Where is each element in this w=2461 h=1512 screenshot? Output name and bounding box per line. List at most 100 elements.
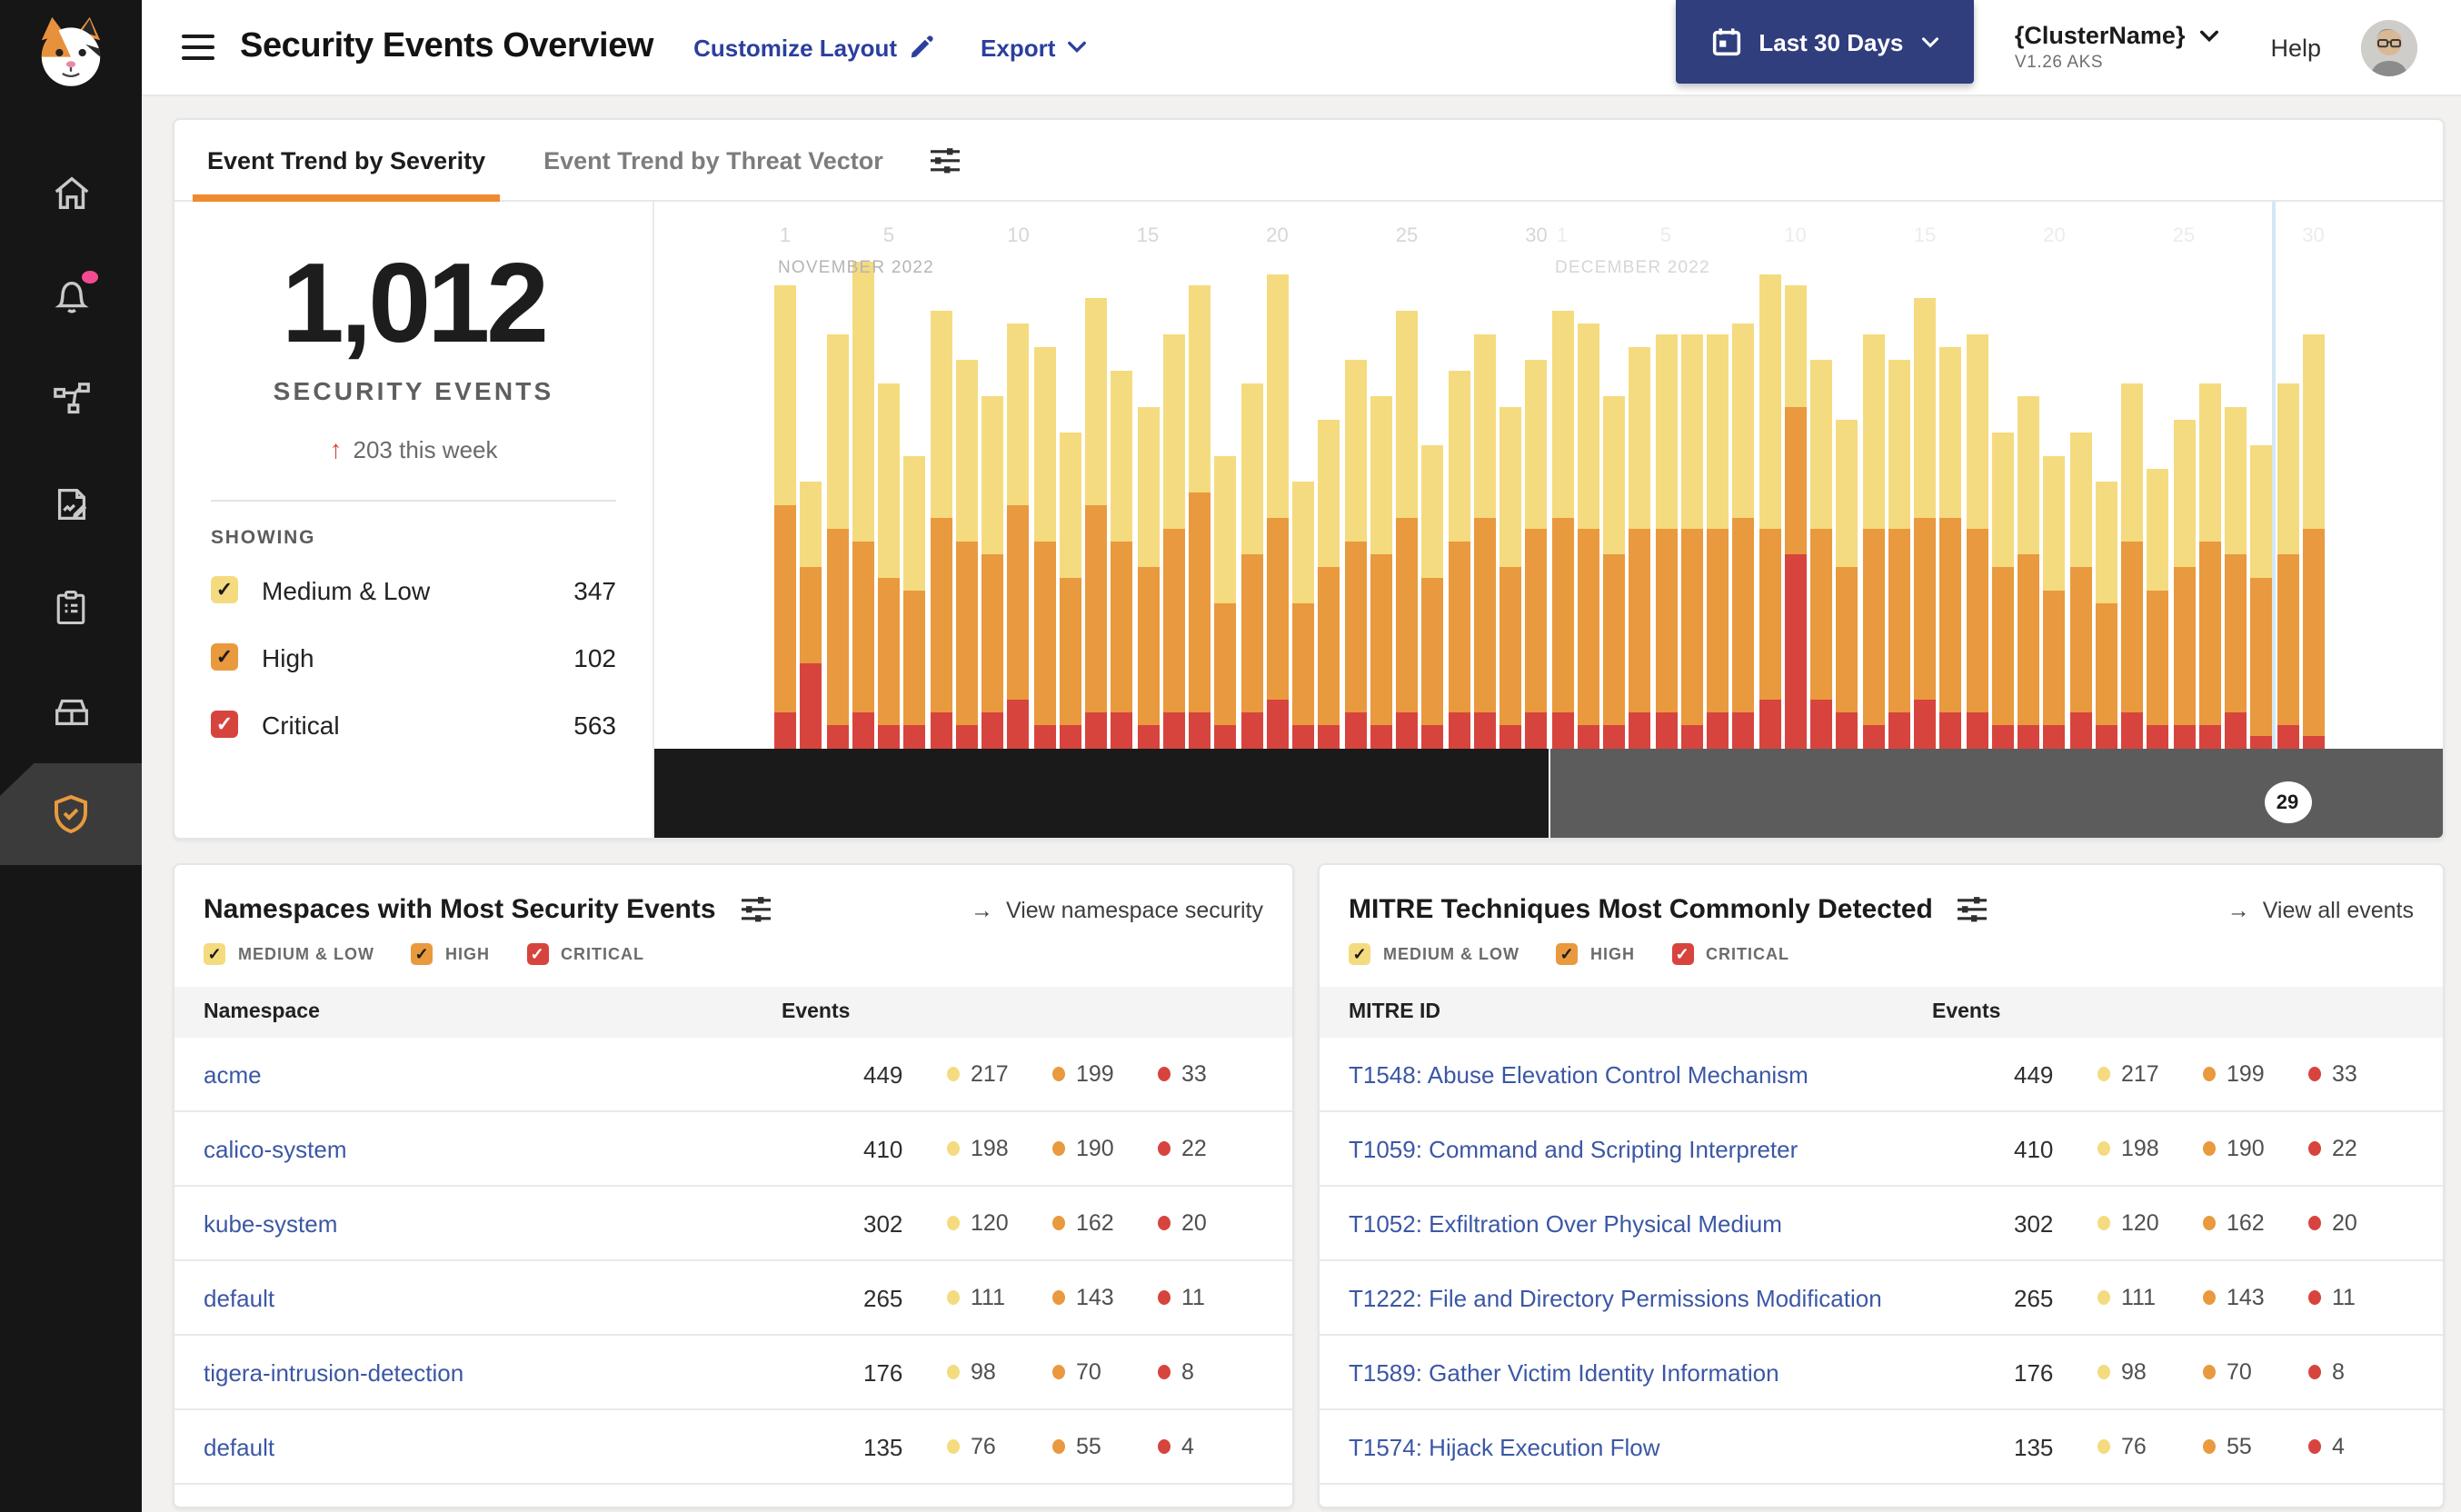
chart-bar[interactable]: [1059, 432, 1081, 749]
chip-high[interactable]: ✓ HIGH: [411, 943, 490, 965]
critical-checkbox[interactable]: ✓: [211, 711, 238, 738]
namespace-link[interactable]: calico-system: [204, 1135, 863, 1162]
chart-bar[interactable]: [774, 285, 796, 749]
chart-bar[interactable]: [1292, 481, 1314, 749]
user-avatar[interactable]: [2361, 19, 2417, 75]
chart-bar[interactable]: [2095, 481, 2117, 749]
chart-bar[interactable]: [1189, 285, 1211, 749]
namespace-link[interactable]: default: [204, 1284, 863, 1311]
chart-bar[interactable]: [878, 383, 900, 749]
chip-high[interactable]: ✓ HIGH: [1556, 943, 1635, 965]
tab-event-trend-by-threat-vector[interactable]: Event Trend by Threat Vector: [536, 120, 891, 201]
mitre-technique-link[interactable]: T1574: Hijack Execution Flow: [1349, 1433, 2014, 1460]
view-namespace-security-link[interactable]: → View namespace security: [971, 897, 1263, 922]
chart-bar[interactable]: [1914, 298, 1936, 749]
table-row[interactable]: kube-system 302 120 162 20: [174, 1187, 1292, 1261]
mitre-technique-link[interactable]: T1052: Exfiltration Over Physical Medium: [1349, 1209, 2014, 1237]
table-row[interactable]: T1059: Command and Scripting Interpreter…: [1320, 1112, 2443, 1187]
sidebar-item-compliance[interactable]: [0, 556, 142, 658]
legend-row-medium_low[interactable]: ✓ Medium & Low 347: [211, 556, 616, 623]
chart-bar[interactable]: [1991, 432, 2014, 749]
chart-bar[interactable]: [930, 310, 952, 749]
date-range-button[interactable]: Last 30 Days: [1676, 0, 1975, 84]
table-row[interactable]: acme 449 217 199 33: [174, 1038, 1292, 1112]
view-all-events-link[interactable]: → View all events: [2227, 897, 2414, 922]
chart-bar[interactable]: [1137, 407, 1159, 749]
table-row[interactable]: T1548: Abuse Elevation Control Mechanism…: [1320, 1038, 2443, 1112]
chart-bar[interactable]: [1603, 395, 1625, 749]
sidebar-item-alerts[interactable]: [0, 245, 142, 347]
chip-medium_low[interactable]: ✓ MEDIUM & LOW: [1349, 943, 1519, 965]
namespace-link[interactable]: default: [204, 1433, 863, 1460]
sidebar-item-service-graph[interactable]: [0, 349, 142, 451]
chart-bar[interactable]: [1266, 274, 1289, 749]
chart-bar[interactable]: [1784, 285, 1807, 749]
tab-event-trend-by-severity[interactable]: Event Trend by Severity: [192, 120, 501, 201]
chart-bar[interactable]: [1318, 420, 1340, 749]
chart-bar[interactable]: [2043, 456, 2066, 749]
mitre-technique-link[interactable]: T1589: Gather Victim Identity Informatio…: [1349, 1358, 2014, 1386]
chart-bar[interactable]: [1370, 395, 1392, 749]
chart-bar[interactable]: [852, 262, 874, 749]
selected-day-marker[interactable]: 29: [2264, 781, 2311, 823]
high-checkbox[interactable]: ✓: [1556, 943, 1578, 965]
chip-medium_low[interactable]: ✓ MEDIUM & LOW: [204, 943, 374, 965]
table-row[interactable]: default 135 76 55 4: [174, 1410, 1292, 1485]
table-row[interactable]: T1052: Exfiltration Over Physical Medium…: [1320, 1187, 2443, 1261]
chart-bar[interactable]: [2018, 395, 2039, 749]
sidebar-item-threat-defense[interactable]: [0, 763, 142, 865]
legend-row-high[interactable]: ✓ High 102: [211, 623, 616, 691]
mitre-technique-link[interactable]: T1222: File and Directory Permissions Mo…: [1349, 1284, 2014, 1311]
chart-bar[interactable]: [1655, 334, 1677, 749]
mitre-technique-link[interactable]: T1548: Abuse Elevation Control Mechanism: [1349, 1060, 2014, 1088]
chart-bar[interactable]: [1344, 359, 1366, 749]
chip-critical[interactable]: ✓ CRITICAL: [526, 943, 644, 965]
chart-bar[interactable]: [1551, 310, 1573, 749]
filter-sliders-icon[interactable]: [1958, 896, 1988, 923]
chart-bar[interactable]: [903, 456, 926, 749]
chart-bar[interactable]: [2121, 383, 2143, 749]
export-button[interactable]: Export: [981, 34, 1086, 61]
chart-bar[interactable]: [981, 395, 1003, 749]
sidebar-item-home[interactable]: [0, 142, 142, 244]
sidebar-item-workloads[interactable]: [0, 660, 142, 761]
chart-bar[interactable]: [1473, 334, 1496, 749]
mitre-technique-link[interactable]: T1059: Command and Scripting Interpreter: [1349, 1135, 2014, 1162]
critical-checkbox[interactable]: ✓: [1671, 943, 1693, 965]
table-row[interactable]: calico-system 410 198 190 22: [174, 1112, 1292, 1187]
medium_low-checkbox[interactable]: ✓: [204, 943, 225, 965]
customize-layout-button[interactable]: Customize Layout: [693, 34, 933, 61]
chart-bar[interactable]: [1085, 298, 1107, 749]
high-checkbox[interactable]: ✓: [211, 643, 238, 671]
table-row[interactable]: T1589: Gather Victim Identity Informatio…: [1320, 1336, 2443, 1410]
chart-bar[interactable]: [955, 359, 978, 749]
high-checkbox[interactable]: ✓: [411, 943, 433, 965]
chart-bar[interactable]: [1033, 346, 1055, 749]
chart-bar[interactable]: [2277, 383, 2298, 749]
chart-bar[interactable]: [1629, 346, 1651, 749]
sidebar-item-policies[interactable]: [0, 453, 142, 554]
filter-sliders-icon[interactable]: [741, 896, 771, 923]
chart-bar[interactable]: [1007, 323, 1030, 749]
cluster-selector[interactable]: {ClusterName} V1.26 AKS: [2015, 22, 2220, 73]
tigera-cat-logo[interactable]: [29, 11, 113, 94]
chart-bar[interactable]: [1214, 456, 1237, 749]
namespace-link[interactable]: tigera-intrusion-detection: [204, 1358, 863, 1386]
hamburger-menu-button[interactable]: [182, 28, 214, 67]
chart-bar[interactable]: [2173, 420, 2195, 749]
critical-checkbox[interactable]: ✓: [526, 943, 548, 965]
chart-bar[interactable]: [2069, 432, 2091, 749]
chart-bar[interactable]: [2147, 468, 2169, 749]
chart-bar[interactable]: [1577, 323, 1599, 749]
chart-bar[interactable]: [1421, 444, 1444, 749]
table-row[interactable]: tigera-intrusion-detection 176 98 70 8: [174, 1336, 1292, 1410]
legend-row-critical[interactable]: ✓ Critical 563: [211, 691, 616, 758]
chart-bar[interactable]: [1836, 420, 1858, 749]
chart-bar[interactable]: [1525, 359, 1548, 749]
chart-bar[interactable]: [1888, 359, 1910, 749]
chart-bar[interactable]: [2225, 407, 2247, 749]
table-row[interactable]: T1222: File and Directory Permissions Mo…: [1320, 1261, 2443, 1336]
namespace-link[interactable]: acme: [204, 1060, 863, 1088]
chart-bar[interactable]: [1732, 323, 1755, 749]
chart-bar[interactable]: [1500, 407, 1521, 749]
